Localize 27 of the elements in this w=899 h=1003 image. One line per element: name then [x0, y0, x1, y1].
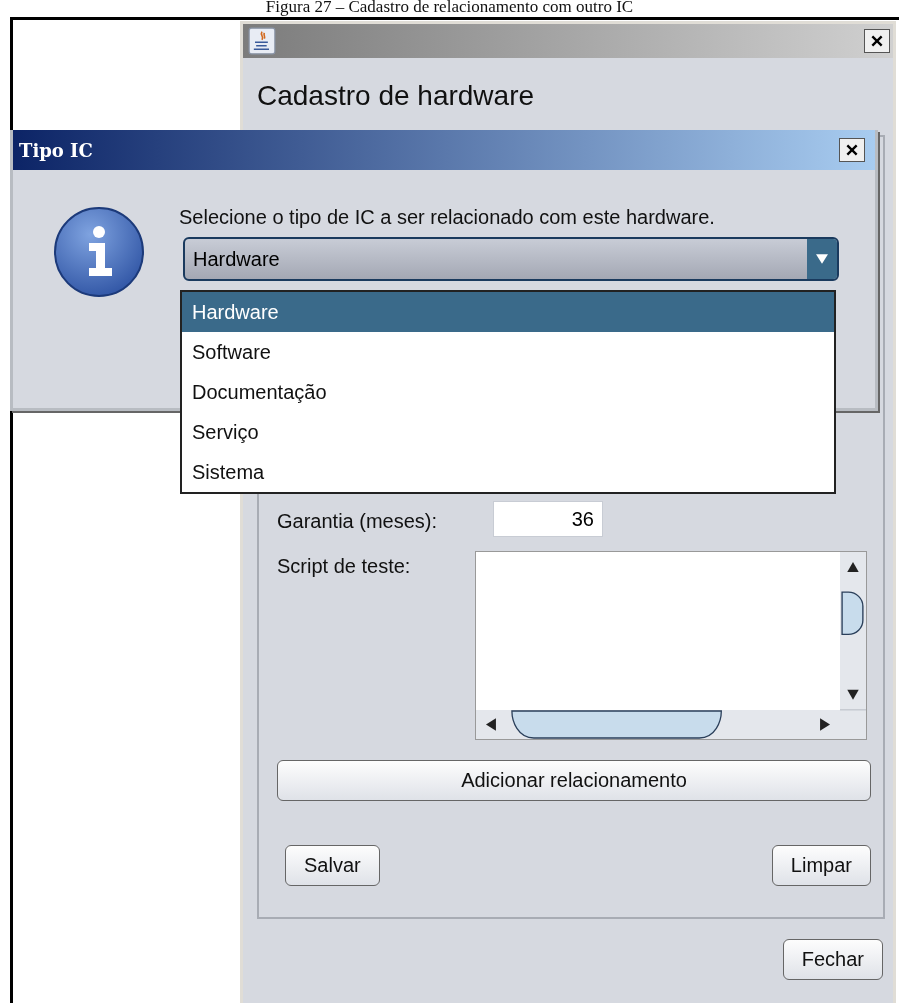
dialog-message: Selecione o tipo de IC a ser relacionado com este hardware.	[179, 206, 716, 229]
dropdown-option[interactable]: Hardware	[182, 292, 834, 332]
close-window-button[interactable]: Fechar	[782, 939, 883, 980]
close-button[interactable]	[839, 138, 865, 162]
figure-caption: Figura 27 – Cadastro de relacionamento com outro IC	[264, 0, 635, 16]
horizontal-scrollbar[interactable]	[476, 710, 840, 739]
type-dropdown[interactable]: Hardware	[183, 237, 839, 281]
info-icon	[53, 206, 145, 298]
warranty-label: Garantia (meses):	[277, 508, 439, 533]
cup-icon	[248, 27, 276, 55]
dropdown-option[interactable]: Documentação	[182, 372, 834, 412]
window-heading: Cadastro de hardware	[256, 79, 536, 113]
dropdown-option[interactable]: Sistema	[182, 452, 834, 492]
dropdown-option[interactable]: Software	[182, 332, 834, 372]
dropdown-option[interactable]: Serviço	[182, 412, 834, 452]
caret-icon	[816, 254, 828, 264]
form-button[interactable]: Salvar	[285, 845, 380, 886]
script-field[interactable]	[475, 551, 867, 740]
close-icon	[845, 143, 859, 157]
form-button[interactable]: Limpar	[771, 845, 871, 886]
vertical-scrollbar[interactable]	[840, 552, 866, 739]
close-button[interactable]	[864, 29, 890, 53]
dialog-title: Tipo IC	[19, 139, 93, 161]
close-icon	[870, 34, 884, 48]
add-relationship-button[interactable]: Adicionar relacionamento	[277, 760, 871, 801]
script-label: Script de teste:	[277, 554, 412, 578]
warranty-field[interactable]: 36	[493, 501, 603, 537]
